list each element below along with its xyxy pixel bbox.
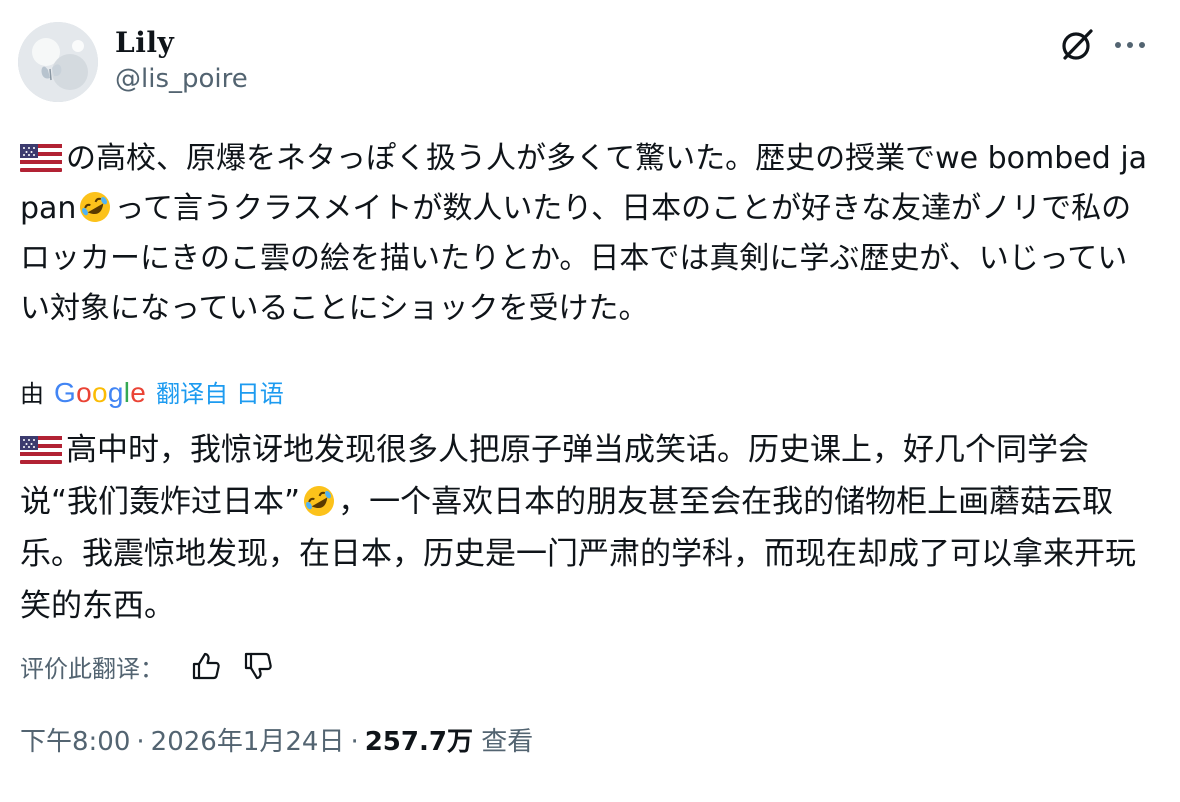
thumbs-down-icon[interactable]	[242, 650, 274, 682]
avatar-butterfly-icon	[18, 22, 98, 102]
avatar[interactable]	[18, 22, 98, 102]
grok-icon[interactable]	[1059, 27, 1095, 63]
meta-separator: ·	[350, 727, 359, 757]
post-translated-text: 高中时，我惊讶地发现很多人把原子弹当成笑话。历史课上，好几个同学会说“我们轰炸过…	[20, 424, 1150, 632]
meta-separator: ·	[136, 727, 145, 757]
user-name[interactable]: Lily	[115, 26, 174, 59]
views-count[interactable]: 257.7万	[365, 727, 473, 757]
rolling-on-floor-laughing-icon	[80, 192, 111, 222]
thumbs-up-icon[interactable]	[190, 650, 222, 682]
post-time[interactable]: 下午8:00	[20, 727, 130, 757]
rolling-on-floor-laughing-icon	[304, 486, 335, 516]
translated-by-label: 由	[20, 380, 44, 408]
post-original-text: の高校、原爆をネタっぽく扱う人が多くて驚いた。歴史の授業でwe bombed j…	[20, 134, 1150, 334]
rate-translation-label: 评价此翻译：	[20, 654, 164, 683]
translation-attribution: 由 Google 翻译自 日语	[20, 376, 284, 411]
google-logo: Google	[54, 377, 147, 408]
user-handle[interactable]: @lis_poire	[115, 64, 248, 94]
post-meta: 下午8:00 · 2026年1月24日 · 257.7万 查看	[20, 722, 533, 762]
us-flag-icon	[20, 144, 62, 172]
rate-translation-row: 评价此翻译：	[20, 646, 294, 686]
post-container: Lily @lis_poire の高校、原爆をネタっぽく扱う人が多くて驚いた。歴…	[0, 0, 1180, 802]
post-original-part2: って言うクラスメイトが数人いたり、日本のことが好きな友達がノリで私のロッカーにき…	[20, 191, 1132, 326]
post-date[interactable]: 2026年1月24日	[151, 727, 345, 757]
us-flag-icon	[20, 436, 62, 464]
translated-from-link[interactable]: 翻译自 日语	[156, 380, 284, 408]
more-options-icon[interactable]	[1112, 30, 1148, 60]
views-label: 查看	[481, 727, 534, 757]
